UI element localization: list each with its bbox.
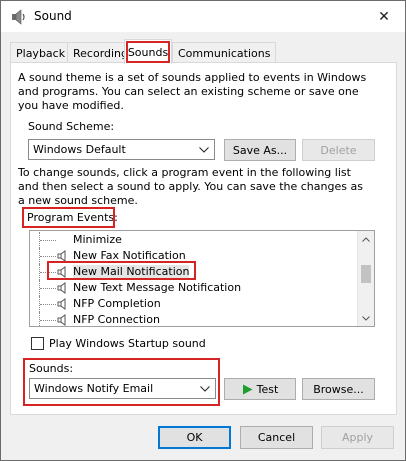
browse-button[interactable]: Browse... <box>302 378 375 400</box>
change-description: To change sounds, click a program event … <box>18 166 363 207</box>
program-events-label: Program Events: <box>27 211 118 224</box>
list-item-new-fax[interactable]: New Fax Notification <box>30 248 360 264</box>
event-label: New Text Message Notification <box>73 281 242 294</box>
browse-label: Browse... <box>313 382 364 396</box>
event-label: New Fax Notification <box>73 249 186 262</box>
close-button[interactable]: ✕ <box>369 4 399 30</box>
sound-scheme-label: Sound Scheme: <box>28 120 115 133</box>
tab-label: Sounds <box>127 45 169 59</box>
startup-sound-label[interactable]: Play Windows Startup sound <box>49 337 206 350</box>
speaker-icon <box>57 298 66 310</box>
chevron-down-icon <box>362 315 370 321</box>
tab-label: Recording <box>73 46 129 60</box>
sound-scheme-dropdown[interactable]: Windows Default <box>28 139 215 160</box>
test-label: Test <box>256 382 279 396</box>
event-label: NFP Connection <box>73 313 160 326</box>
sound-scheme-value: Windows Default <box>33 143 126 156</box>
apply-button[interactable]: Apply <box>321 426 394 449</box>
save-as-button[interactable]: Save As... <box>224 139 296 161</box>
chevron-down-icon <box>197 379 213 398</box>
sounds-label: Sounds: <box>29 362 74 375</box>
tab-strip: Playback Recording Sounds Communications <box>10 39 400 64</box>
window-title: Sound <box>34 9 72 23</box>
program-events-list[interactable]: Minimize New Fax Notification New Mail N… <box>29 230 375 327</box>
speaker-icon <box>57 314 66 326</box>
list-item-nfp-connection[interactable]: NFP Connection <box>30 312 360 326</box>
tab-label: Communications <box>178 46 271 60</box>
speaker-icon <box>57 250 66 262</box>
list-item-new-text-message[interactable]: New Text Message Notification <box>30 280 360 296</box>
tab-label: Playback <box>16 46 66 60</box>
tab-playback[interactable]: Playback <box>10 42 72 63</box>
events-scrollbar[interactable] <box>357 231 374 326</box>
tree-line <box>40 272 56 273</box>
tree-line <box>40 256 56 257</box>
scroll-up-arrow[interactable] <box>358 231 374 247</box>
delete-button[interactable]: Delete <box>302 139 375 161</box>
sound-file-dropdown[interactable]: Windows Notify Email <box>29 378 216 399</box>
scroll-thumb[interactable] <box>361 265 371 283</box>
tree-line <box>40 240 56 241</box>
play-icon <box>242 384 253 394</box>
speaker-icon <box>57 266 66 278</box>
cancel-button[interactable]: Cancel <box>240 426 313 449</box>
tree-line <box>40 304 56 305</box>
chevron-down-icon <box>196 140 212 159</box>
apply-label: Apply <box>341 431 374 444</box>
sound-dialog: Sound ✕ Playback Recording Sounds Commun… <box>0 0 406 461</box>
event-label: NFP Completion <box>73 297 161 310</box>
list-item-minimize[interactable]: Minimize <box>30 232 360 248</box>
test-button[interactable]: Test <box>224 378 296 400</box>
tab-sounds[interactable]: Sounds <box>124 39 172 64</box>
speaker-icon <box>57 282 66 294</box>
close-icon: ✕ <box>378 9 390 25</box>
save-as-label: Save As... <box>232 143 288 157</box>
event-label: Minimize <box>73 233 122 246</box>
speaker-app-icon <box>12 9 25 25</box>
tree-line <box>40 288 56 289</box>
sound-file-value: Windows Notify Email <box>34 382 154 395</box>
ok-button[interactable]: OK <box>158 426 231 449</box>
chevron-up-icon <box>362 236 370 242</box>
event-label: New Mail Notification <box>73 265 190 278</box>
startup-sound-checkbox[interactable] <box>31 337 44 350</box>
ok-label: OK <box>186 431 203 444</box>
scroll-down-arrow[interactable] <box>358 310 374 326</box>
tree-line <box>40 320 56 321</box>
cancel-label: Cancel <box>257 431 296 444</box>
theme-description: A sound theme is a set of sounds applied… <box>18 71 367 112</box>
delete-label: Delete <box>320 143 357 157</box>
list-item-new-mail[interactable]: New Mail Notification <box>30 264 360 280</box>
tab-communications[interactable]: Communications <box>172 42 277 63</box>
list-item-nfp-completion[interactable]: NFP Completion <box>30 296 360 312</box>
title-bar: Sound ✕ <box>1 1 405 32</box>
